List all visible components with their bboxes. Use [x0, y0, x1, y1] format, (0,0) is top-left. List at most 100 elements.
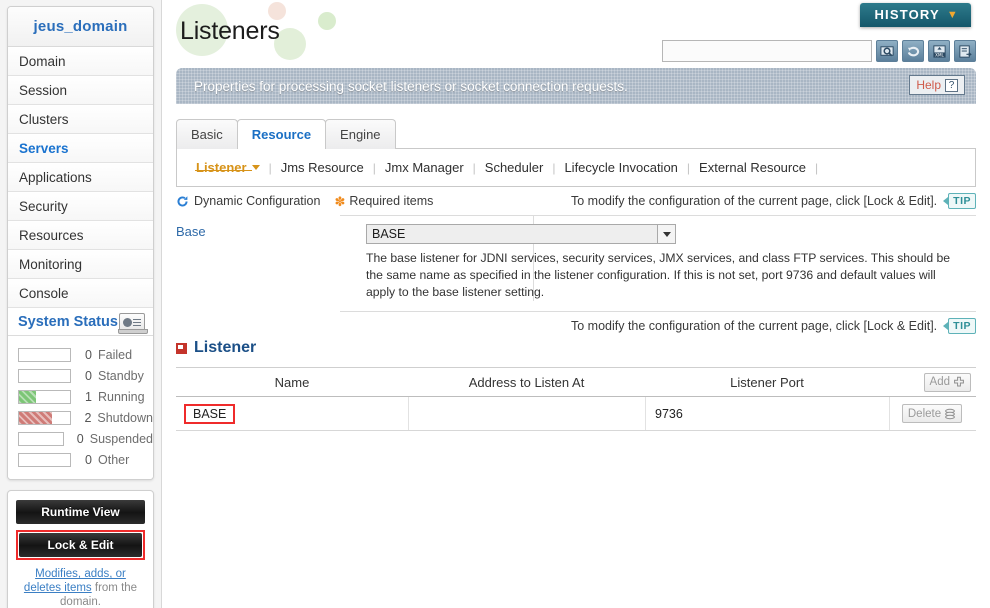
sidebar-item-clusters[interactable]: Clusters: [8, 105, 153, 134]
delete-label: Delete: [907, 407, 942, 420]
status-label: Other: [98, 452, 130, 467]
monitor-chart-icon[interactable]: [118, 313, 148, 334]
status-count: 0: [76, 431, 84, 446]
status-count: 0: [85, 452, 92, 467]
sidebar-item-applications[interactable]: Applications: [8, 163, 153, 192]
tab-basic[interactable]: Basic: [176, 119, 238, 149]
status-row-other: 0 Other: [8, 449, 153, 470]
subnav-item-external-resource[interactable]: External Resource: [690, 160, 815, 175]
system-status-title: System Status: [18, 314, 118, 330]
status-bar: [18, 452, 71, 467]
status-count: 0: [85, 368, 92, 383]
subnav-item-jms-resource[interactable]: Jms Resource: [272, 160, 373, 175]
base-select-wrap[interactable]: BASE: [366, 224, 676, 244]
help-label: Help: [916, 78, 941, 92]
sidebar-item-console[interactable]: Console: [8, 279, 153, 308]
status-row-standby: 0 Standby: [8, 365, 153, 386]
subnav-item-listener[interactable]: Listener: [187, 160, 269, 175]
tip-badge-wrap[interactable]: TIP: [943, 193, 976, 209]
status-bar: [18, 368, 71, 383]
status-bar: [18, 410, 71, 425]
status-row-shutdown: 2 Shutdown: [8, 407, 153, 428]
add-label: Add: [929, 376, 950, 388]
subnav: Listener | Jms Resource | Jmx Manager | …: [177, 149, 975, 186]
subnav-separator: |: [814, 160, 819, 175]
status-label: Failed: [98, 347, 133, 362]
sidebar: jeus_domain Domain Session Clusters Serv…: [0, 0, 162, 608]
info-banner: Properties for processing socket listene…: [176, 68, 976, 104]
column-header-port: Listener Port: [730, 374, 804, 390]
sidebar-item-session[interactable]: Session: [8, 76, 153, 105]
search-input[interactable]: [662, 40, 872, 62]
svg-text:XML: XML: [935, 52, 944, 57]
plus-icon: [954, 376, 964, 387]
add-button[interactable]: Add: [923, 372, 971, 392]
subnav-panel: Listener | Jms Resource | Jmx Manager | …: [176, 148, 976, 187]
tab-resource[interactable]: Resource: [236, 119, 327, 150]
delete-button[interactable]: Delete: [901, 404, 963, 423]
history-label: HISTORY: [874, 7, 940, 22]
sidebar-item-security[interactable]: Security: [8, 192, 153, 221]
export-icon[interactable]: [954, 40, 976, 62]
status-bar: [18, 431, 65, 446]
tip-text: To modify the configuration of the curre…: [570, 194, 938, 208]
refresh-icon: [177, 195, 188, 207]
column-header-name: Name: [274, 374, 310, 390]
listener-name-value[interactable]: BASE: [184, 403, 236, 424]
banner-text: Properties for processing socket listene…: [194, 78, 628, 94]
subnav-item-label: Listener: [196, 160, 247, 175]
toolbar: XML: [662, 40, 976, 62]
runtime-view-button[interactable]: Runtime View: [16, 500, 145, 524]
chevron-down-icon: [251, 165, 260, 170]
chevron-down-icon: [662, 231, 671, 237]
sidebar-item-monitoring[interactable]: Monitoring: [8, 250, 153, 279]
status-bar: [18, 389, 71, 404]
status-label: Suspended: [89, 431, 153, 446]
cell-name: BASE: [176, 397, 408, 430]
search-icon[interactable]: [876, 40, 898, 62]
select-dropdown-button[interactable]: [657, 225, 675, 243]
tab-engine[interactable]: Engine: [325, 119, 396, 149]
help-button[interactable]: Help ?: [909, 75, 965, 95]
xml-export-icon[interactable]: XML: [928, 40, 950, 62]
table-actions-header: Add: [889, 372, 974, 392]
sidebar-item-domain[interactable]: Domain: [8, 47, 153, 76]
cell-port: 9736: [645, 397, 889, 430]
subnav-item-lifecycle-invocation[interactable]: Lifecycle Invocation: [555, 160, 686, 175]
refresh-icon[interactable]: [902, 40, 924, 62]
subnav-item-jmx-manager[interactable]: Jmx Manager: [376, 160, 473, 175]
required-items-label: Required items: [349, 194, 434, 208]
base-field-label: Base: [176, 224, 206, 239]
sidebar-item-resources[interactable]: Resources: [8, 221, 153, 250]
tip-badge-wrap[interactable]: TIP: [943, 318, 976, 334]
listener-section-title: Listener: [176, 339, 256, 357]
page-title: Listeners: [180, 17, 280, 45]
stack-icon: [945, 408, 956, 419]
question-mark-icon: ?: [945, 78, 958, 92]
asterisk-icon: ✽: [334, 193, 346, 209]
decorative-circle: [318, 12, 336, 30]
base-field-block: BASE The base listener for JDNI services…: [340, 215, 976, 312]
status-row-suspended: 0 Suspended: [8, 428, 153, 449]
tip-text: To modify the configuration of the curre…: [570, 319, 938, 333]
page-header: Listeners HISTORY ▼ XML: [162, 0, 990, 62]
required-items: ✽ Required items: [334, 194, 433, 208]
lock-edit-button[interactable]: Lock & Edit: [19, 533, 142, 557]
cell-actions: Delete: [889, 397, 974, 430]
status-label: Shutdown: [97, 410, 153, 425]
history-button[interactable]: HISTORY ▼: [860, 3, 971, 27]
base-field-description: The base listener for JDNI services, sec…: [366, 251, 951, 299]
lock-edit-highlight: Lock & Edit: [16, 530, 145, 560]
system-status-header: System Status: [8, 308, 153, 336]
tab-bar: Basic Resource Engine: [176, 119, 396, 150]
base-select[interactable]: BASE: [366, 224, 676, 244]
table-row: BASE 9736 Delete: [176, 397, 976, 431]
subnav-item-scheduler[interactable]: Scheduler: [476, 160, 553, 175]
status-label: Running: [98, 389, 145, 404]
sidebar-item-servers[interactable]: Servers: [8, 134, 153, 163]
tip-badge: TIP: [948, 193, 976, 209]
jeus-admin-console: jeus_domain Domain Session Clusters Serv…: [0, 0, 990, 608]
dynamic-configuration: Dynamic Configuration: [176, 194, 320, 208]
meta-row: Dynamic Configuration ✽ Required items T…: [176, 191, 976, 211]
status-bar: [18, 347, 71, 362]
